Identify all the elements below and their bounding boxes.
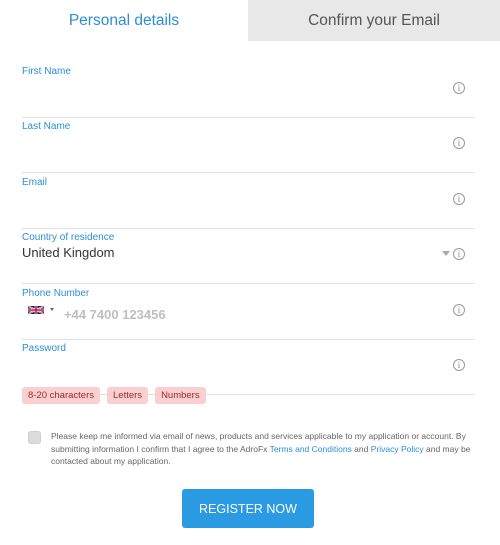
last-name-label: Last Name: [22, 121, 71, 132]
caret-down-icon[interactable]: [442, 251, 450, 256]
first-name-label: First Name: [22, 66, 71, 77]
requirement-badge: Letters: [107, 387, 149, 404]
info-icon[interactable]: i: [453, 82, 465, 94]
email-field: Email i: [22, 177, 475, 229]
country-code-caret-icon[interactable]: [50, 308, 54, 311]
first-name-field: First Name i: [22, 66, 475, 118]
phone-field: Phone Number i: [22, 288, 475, 340]
requirement-badge: Numbers: [155, 387, 206, 404]
requirement-badge: 8-20 characters: [22, 387, 101, 404]
consent-text: Please keep me informed via email of new…: [51, 430, 481, 468]
register-button[interactable]: REGISTER NOW: [182, 489, 314, 528]
email-input[interactable]: [22, 191, 442, 215]
country-label: Country of residence: [22, 232, 115, 243]
info-icon[interactable]: i: [453, 193, 465, 205]
password-input[interactable]: [22, 357, 442, 381]
info-icon[interactable]: i: [453, 248, 465, 260]
tab-personal-details[interactable]: Personal details: [0, 0, 248, 41]
password-label: Password: [22, 343, 66, 354]
info-icon[interactable]: i: [453, 137, 465, 149]
consent-text-middle: and: [351, 443, 371, 454]
last-name-input[interactable]: [22, 135, 442, 159]
country-field[interactable]: Country of residence United Kingdom i: [22, 232, 475, 284]
country-select[interactable]: United Kingdom: [22, 245, 115, 260]
email-label: Email: [22, 177, 48, 188]
tab-bar: Personal details Confirm your Email: [0, 0, 500, 41]
uk-flag-icon[interactable]: [28, 305, 44, 315]
last-name-field: Last Name i: [22, 121, 475, 173]
consent-checkbox[interactable]: [28, 431, 41, 444]
phone-label: Phone Number: [22, 288, 90, 299]
info-icon[interactable]: i: [453, 304, 465, 316]
privacy-link[interactable]: Privacy Policy: [371, 444, 424, 454]
info-icon[interactable]: i: [453, 359, 465, 371]
password-requirements: 8-20 characters Letters Numbers: [22, 387, 206, 404]
phone-input[interactable]: [64, 302, 444, 326]
terms-link[interactable]: Terms and Conditions: [270, 444, 352, 454]
tab-confirm-email[interactable]: Confirm your Email: [248, 0, 500, 41]
first-name-input[interactable]: [22, 80, 442, 104]
